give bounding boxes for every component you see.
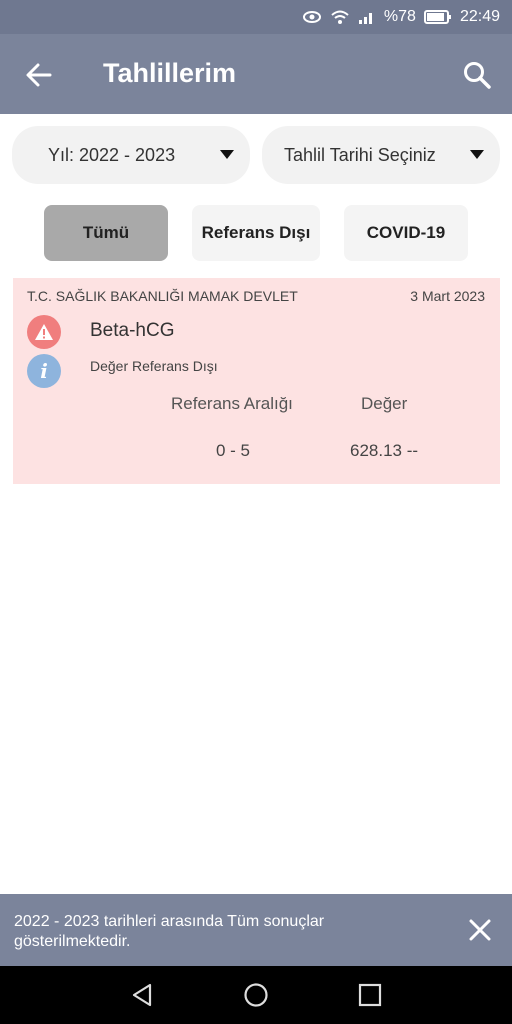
back-arrow-icon[interactable]	[24, 60, 54, 90]
battery-percent: %78	[383, 8, 416, 25]
status-bar: %78 22:49	[0, 0, 512, 34]
result-date: 3 Mart 2023	[410, 288, 485, 304]
recents-square-icon[interactable]	[357, 982, 383, 1008]
value-header: Değer	[361, 394, 408, 413]
test-date-dropdown[interactable]: Tahlil Tarihi Seçiniz	[262, 126, 500, 184]
home-circle-icon[interactable]	[243, 982, 269, 1008]
result-value: 628.13 --	[350, 441, 419, 460]
result-status: Değer Referans Dışı	[90, 358, 218, 374]
eye-icon	[302, 9, 322, 25]
reference-range-value: 0 - 5	[216, 441, 251, 460]
info-icon[interactable]: i	[27, 354, 61, 388]
app-bar: Tahlillerim	[0, 34, 512, 114]
snackbar-message: 2022 - 2023 tarihleri arasında Tüm sonuç…	[14, 913, 325, 950]
clock: 22:49	[459, 8, 500, 25]
caret-down-icon	[470, 150, 484, 159]
wifi-icon	[330, 9, 350, 25]
year-dropdown-label: Yıl: 2022 - 2023	[48, 144, 176, 165]
signal-icon	[358, 9, 376, 25]
warning-icon	[27, 315, 61, 349]
page-title: Tahlillerim	[103, 58, 237, 88]
test-name: Beta-hCG	[90, 320, 175, 341]
test-date-dropdown-label: Tahlil Tarihi Seçiniz	[284, 144, 436, 165]
back-triangle-icon[interactable]	[130, 982, 156, 1008]
system-nav-bar	[0, 966, 512, 1024]
test-result-card[interactable]: T.C. SAĞLIK BAKANLIĞI MAMAK DEVLET 3 Mar…	[13, 278, 500, 484]
tab-all[interactable]: Tümü	[44, 205, 168, 261]
institution-name: T.C. SAĞLIK BAKANLIĞI MAMAK DEVLET	[27, 288, 298, 304]
close-icon[interactable]	[466, 916, 494, 944]
reference-range-header: Referans Aralığı	[171, 394, 293, 413]
caret-down-icon	[220, 150, 234, 159]
tab-covid-19[interactable]: COVID-19	[344, 205, 468, 261]
battery-icon	[423, 9, 452, 25]
tab-out-of-reference[interactable]: Referans Dışı	[192, 205, 320, 261]
snackbar: 2022 - 2023 tarihleri arasında Tüm sonuç…	[0, 894, 512, 966]
year-dropdown[interactable]: Yıl: 2022 - 2023	[12, 126, 250, 184]
search-icon[interactable]	[462, 60, 492, 90]
